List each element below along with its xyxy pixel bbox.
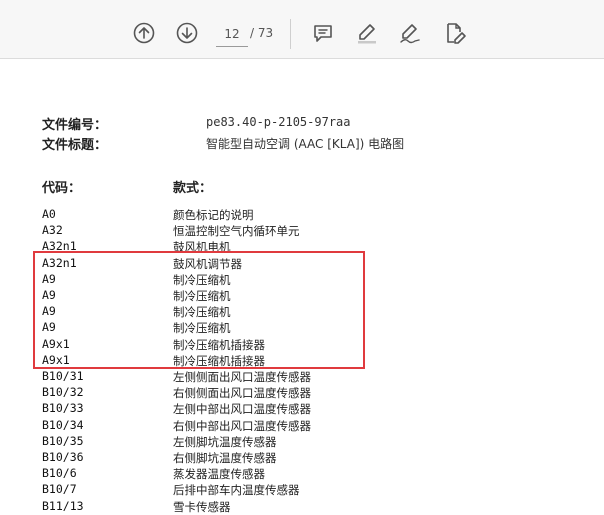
part-code: B11/13 bbox=[42, 498, 84, 513]
list-item: A32 恒温控制空气内循环单元 bbox=[0, 223, 604, 239]
part-description: 左侧脚坑温度传感器 bbox=[173, 434, 277, 449]
file-title-value: 智能型自动空调 (AAC [KLA]) 电路图 bbox=[206, 137, 405, 151]
highlight-annotation-box bbox=[33, 251, 365, 369]
part-code: B10/33 bbox=[42, 401, 84, 416]
part-code: B10/36 bbox=[42, 450, 84, 464]
part-description: 右侧中部出风口温度传感器 bbox=[173, 418, 311, 433]
document-page: 文件编号： pe83.40-p-2105-97raa 文件标题： 智能型自动空调… bbox=[0, 59, 604, 514]
comment-icon bbox=[314, 25, 332, 42]
part-code: B10/6 bbox=[42, 466, 77, 481]
highlight-pen-icon bbox=[358, 24, 376, 44]
file-number-label: 文件编号： bbox=[42, 118, 108, 133]
part-description: 恒温控制空气内循环单元 bbox=[173, 224, 300, 239]
list-item: B10/7 后排中部车内温度传感器 bbox=[0, 482, 604, 498]
list-item: A0 颜色标记的说明 bbox=[0, 207, 604, 223]
file-number-value: pe83.40-p-2105-97raa bbox=[206, 115, 351, 129]
part-description: 左侧侧面出风口温度传感器 bbox=[173, 370, 311, 384]
part-code: B10/35 bbox=[42, 433, 84, 448]
edit-document-icon bbox=[447, 23, 466, 44]
list-item: B11/13 雪卡传感器 bbox=[0, 499, 604, 515]
list-item: B10/36 右侧脚坑温度传感器 bbox=[0, 450, 604, 466]
list-item: B10/33 左侧中部出风口温度传感器 bbox=[0, 401, 604, 417]
part-description: 颜色标记的说明 bbox=[173, 208, 254, 222]
part-code: B10/34 bbox=[42, 417, 84, 432]
sign-button[interactable] bbox=[393, 16, 427, 50]
down-arrow-icon bbox=[176, 22, 198, 44]
list-item: B10/6 蒸发器温度传感器 bbox=[0, 466, 604, 482]
part-code: B10/32 bbox=[42, 385, 84, 400]
part-description: 右侧脚坑温度传感器 bbox=[173, 451, 277, 465]
part-code: A0 bbox=[42, 207, 56, 221]
list-item: B10/31 左侧侧面出风口温度传感器 bbox=[0, 369, 604, 385]
previous-page-button[interactable] bbox=[127, 16, 161, 50]
column-code-header: 代码： bbox=[42, 181, 82, 196]
up-arrow-icon bbox=[133, 22, 155, 44]
file-title-label: 文件标题： bbox=[42, 138, 108, 153]
part-description: 左侧中部出风口温度传感器 bbox=[173, 402, 311, 417]
list-item: B10/34 右侧中部出风口温度传感器 bbox=[0, 418, 604, 434]
part-description: 后排中部车内温度传感器 bbox=[173, 483, 300, 498]
part-description: 蒸发器温度传感器 bbox=[173, 467, 265, 482]
column-style-header: 款式： bbox=[173, 181, 213, 196]
pdf-toolbar: / 73 bbox=[0, 0, 604, 59]
part-code: B10/31 bbox=[42, 369, 84, 383]
part-description: 右侧侧面出风口温度传感器 bbox=[173, 386, 311, 401]
part-description: 雪卡传感器 bbox=[173, 499, 231, 514]
list-item: B10/35 左侧脚坑温度传感器 bbox=[0, 434, 604, 450]
part-code: B10/7 bbox=[42, 482, 77, 497]
page-number-input[interactable] bbox=[216, 22, 248, 47]
highlight-button[interactable] bbox=[350, 16, 384, 50]
edit-document-button[interactable] bbox=[438, 16, 472, 50]
part-code: A32 bbox=[42, 223, 63, 238]
list-item: B10/32 右侧侧面出风口温度传感器 bbox=[0, 385, 604, 401]
comment-button[interactable] bbox=[306, 16, 340, 50]
sign-icon bbox=[400, 24, 420, 44]
total-pages-label: / 73 bbox=[250, 26, 274, 40]
toolbar-divider bbox=[290, 19, 291, 49]
next-page-button[interactable] bbox=[170, 16, 204, 50]
